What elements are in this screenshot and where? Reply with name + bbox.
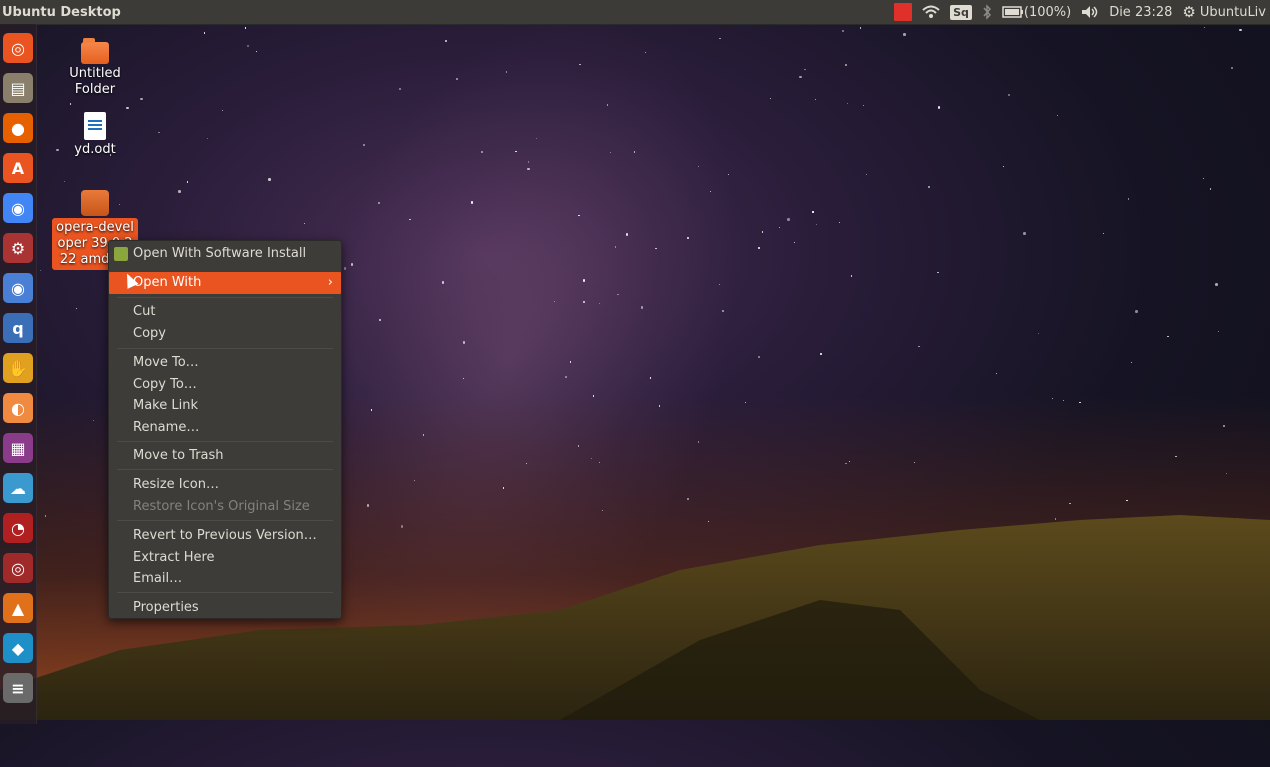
sq-indicator[interactable]: Sq [950,4,972,20]
firefox-icon: ● [3,113,33,143]
app-icon-stack: ≡ [3,673,33,703]
menu-item-copy[interactable]: Copy [109,323,341,345]
launcher-item[interactable]: ▤ [2,70,34,106]
menu-item-move-to[interactable]: Move To… [109,352,341,374]
menu-item-label: Extract Here [133,550,215,565]
launcher-item[interactable]: ◉ [2,270,34,306]
app-icon-red: ◔ [3,513,33,543]
menu-item-cut[interactable]: Cut [109,301,341,323]
app-icon-yellow: ✋ [3,353,33,383]
dash-icon: ◎ [3,33,33,63]
software-center-icon: A [3,153,33,183]
kodi-icon: ◆ [3,633,33,663]
menu-separator [117,592,333,593]
app-icon-orange: ◐ [3,393,33,423]
vlc-icon: ▲ [3,593,33,623]
menu-separator [117,469,333,470]
menu-item-label: Make Link [133,398,198,413]
menu-item-label: Email… [133,571,183,586]
menu-item-label: Cut [133,304,156,319]
chevron-right-icon: › [327,275,333,290]
menu-item-label: Rename… [133,420,200,435]
launcher-item[interactable]: ◎ [2,30,34,66]
launcher-item[interactable]: ✋ [2,350,34,386]
desktop-icon-untitled-folder[interactable]: Untitled Folder [50,38,140,98]
launcher-item[interactable]: ◆ [2,630,34,666]
app-icon-red-dark: ◎ [3,553,33,583]
menu-item-copy-to[interactable]: Copy To… [109,374,341,396]
clock[interactable]: Die 23:28 [1109,5,1172,20]
menu-item-email[interactable]: Email… [109,568,341,590]
app-icon-purple: ▦ [3,433,33,463]
menu-item-label: Open With Software Install [133,246,307,261]
menu-item-label: Resize Icon… [133,477,219,492]
menu-item-extract-here[interactable]: Extract Here [109,547,341,569]
menu-item-label: Move To… [133,355,199,370]
launcher-item[interactable]: ▲ [2,590,34,626]
top-panel: Ubuntu Desktop Sq (100%) Die 23:28 ⚙ Ubu… [0,0,1270,25]
menu-item-restore-icon-size: Restore Icon's Original Size [109,496,341,518]
menu-item-label: Properties [133,600,199,615]
launcher-item[interactable]: ☁ [2,470,34,506]
menu-item-label: Copy [133,326,166,341]
menu-item-label: Open With [133,275,202,290]
volume-icon[interactable] [1081,5,1099,19]
battery-percent: (100%) [1023,4,1072,20]
launcher-item[interactable]: ◔ [2,510,34,546]
desktop-icon-yd-odt[interactable]: yd.odt [50,112,140,158]
launcher-item[interactable]: ≡ [2,670,34,706]
desktop-icon-label: yd.odt [74,142,116,157]
menu-item-resize-icon[interactable]: Resize Icon… [109,474,341,496]
menu-item-move-to-trash[interactable]: Move to Trash [109,445,341,467]
files-icon: ▤ [3,73,33,103]
menu-item-properties[interactable]: Properties [109,597,341,619]
launcher: ◎ ▤ ● A ◉ ⚙ ◉ q ✋ ◐ ▦ ☁ ◔ ◎ ▲ ◆ ≡ [0,24,37,724]
menu-item-open-with[interactable]: Open With › [109,272,341,294]
launcher-item[interactable]: ◎ [2,550,34,586]
qbittorrent-icon: q [3,313,33,343]
system-settings-icon: ⚙ [3,233,33,263]
panel-title: Ubuntu Desktop [2,4,121,20]
desktop-icon-label: Untitled Folder [69,66,121,97]
menu-item-label: Copy To… [133,377,197,392]
menu-separator [117,348,333,349]
gear-icon: ⚙ [1182,3,1196,21]
menu-item-label: Revert to Previous Version… [133,528,317,543]
launcher-item[interactable]: ⚙ [2,230,34,266]
app-icon-cloud: ☁ [3,473,33,503]
launcher-item[interactable]: ▦ [2,430,34,466]
launcher-item[interactable]: ● [2,110,34,146]
battery-icon [1002,6,1023,18]
menu-item-open-with-software-install[interactable]: Open With Software Install [109,243,341,265]
session-menu[interactable]: ⚙ UbuntuLiv [1182,3,1266,21]
wifi-icon[interactable] [922,5,940,19]
software-install-icon [114,247,128,261]
menu-item-revert-version[interactable]: Revert to Previous Version… [109,525,341,547]
document-icon [84,112,106,140]
record-indicator-icon[interactable] [894,3,913,21]
folder-icon [81,38,109,64]
menu-separator [117,441,333,442]
launcher-item[interactable]: A [2,150,34,186]
context-menu: Open With Software Install Open With › Cut C… [108,240,342,619]
menu-separator [117,520,333,521]
launcher-item[interactable]: ◐ [2,390,34,426]
chromium-icon: ◉ [3,273,33,303]
menu-item-label: Restore Icon's Original Size [133,499,310,514]
menu-separator [117,297,333,298]
package-icon [81,190,109,216]
launcher-item[interactable]: q [2,310,34,346]
menu-item-label: Move to Trash [133,448,224,463]
menu-item-rename[interactable]: Rename… [109,417,341,439]
indicator-area: Sq (100%) Die 23:28 ⚙ UbuntuLiv [894,0,1270,24]
menu-item-make-link[interactable]: Make Link [109,395,341,417]
chrome-icon: ◉ [3,193,33,223]
bluetooth-icon[interactable] [982,4,992,20]
launcher-item[interactable]: ◉ [2,190,34,226]
user-name: UbuntuLiv [1199,4,1266,20]
battery-indicator[interactable]: (100%) [1002,5,1071,20]
